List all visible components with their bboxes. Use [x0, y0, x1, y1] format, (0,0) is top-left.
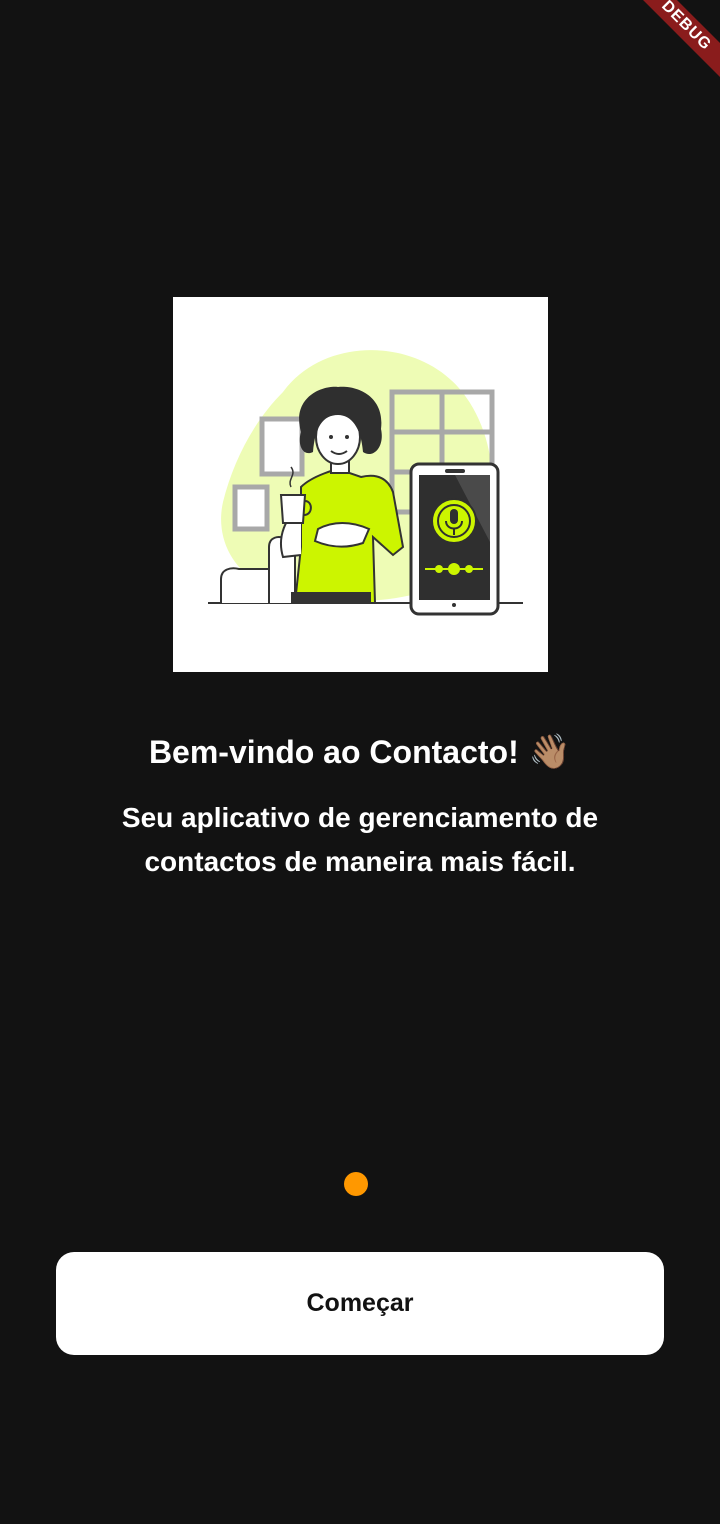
onboarding-illustration: [173, 297, 548, 672]
welcome-title: Bem-vindo ao Contacto! 👋🏽: [0, 728, 720, 776]
debug-banner: DEBUG: [630, 0, 720, 90]
page-indicator-dot: [344, 1172, 368, 1196]
start-button[interactable]: Começar: [56, 1252, 664, 1355]
welcome-title-text: Bem-vindo ao Contacto!: [148, 734, 519, 770]
debug-banner-label: DEBUG: [630, 0, 720, 84]
woman-phone-illustration-icon: [208, 350, 523, 616]
welcome-subtitle: Seu aplicativo de gerenciamento de conta…: [121, 802, 599, 877]
waving-hand-icon: 👋🏽: [528, 733, 572, 771]
